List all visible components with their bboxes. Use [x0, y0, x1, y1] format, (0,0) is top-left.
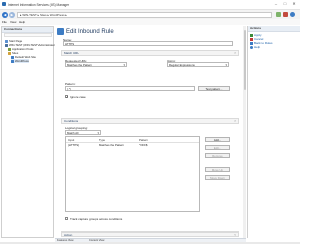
actions-panel: Actions Apply Cancel Back to Rules Help — [247, 26, 300, 238]
refresh-icon[interactable] — [276, 12, 281, 17]
action-section-header[interactable]: Action ˅ — [61, 232, 239, 237]
using-select[interactable]: Regular Expressions — [167, 62, 229, 67]
connections-panel: Connections Start Page WIN-TEST (WIN-TES… — [1, 26, 56, 238]
move-down-button[interactable]: Move Down — [205, 175, 230, 180]
test-pattern-button[interactable]: Test pattern... — [198, 86, 230, 91]
cell-pattern: ^OFF$ — [139, 143, 148, 147]
connections-toolbar — [4, 33, 52, 37]
address-path[interactable]: ▸ WIN-TEST ▸ Sites ▸ WordPress ▸ — [17, 11, 272, 18]
tree-item-wordpress[interactable]: WordPress — [11, 59, 29, 63]
menu-bar: File View Help — [0, 19, 300, 25]
cell-input: {HTTPS} — [68, 143, 80, 147]
logical-grouping-select[interactable]: Match All — [65, 130, 101, 135]
stop-icon[interactable] — [283, 12, 288, 17]
chevron-up-icon: ˄ — [234, 51, 236, 55]
conditions-table[interactable]: Input Type Pattern {HTTPS} Matches the P… — [65, 136, 200, 212]
chevron-down-icon: ˅ — [234, 233, 236, 237]
chevron-up-icon: ˄ — [234, 119, 236, 123]
main-scrollbar[interactable] — [243, 26, 246, 238]
help-icon — [250, 45, 253, 49]
menu-help[interactable]: Help — [19, 20, 25, 24]
help-icon[interactable] — [290, 12, 295, 17]
help-action[interactable]: Help — [250, 45, 260, 49]
conditions-section-header[interactable]: Conditions ˄ — [61, 118, 239, 124]
title-bar: Internet Information Services (IIS) Mana… — [0, 0, 300, 10]
close-icon[interactable]: ✕ — [290, 1, 298, 7]
requested-url-select[interactable]: Matches the Pattern — [65, 62, 127, 67]
actions-title: Actions — [248, 26, 300, 32]
window-title: Internet Information Services (IIS) Mana… — [8, 2, 70, 7]
ignore-case-checkbox[interactable]: ✓ — [65, 95, 69, 99]
scrollbar-thumb[interactable] — [243, 30, 246, 90]
maximize-icon[interactable]: □ — [281, 1, 289, 7]
remove-condition-button[interactable]: Remove — [205, 153, 230, 158]
rewrite-rule-icon — [57, 28, 64, 35]
track-groups-checkbox[interactable] — [65, 217, 68, 220]
forward-icon[interactable]: ▶ — [9, 11, 15, 18]
add-condition-button[interactable]: Add... — [205, 137, 230, 142]
ignore-case-label: Ignore case — [70, 95, 86, 99]
table-row[interactable]: {HTTPS} Matches the Pattern ^OFF$ — [66, 143, 199, 147]
globe-icon — [11, 59, 14, 63]
menu-view[interactable]: View — [10, 20, 16, 24]
name-input[interactable]: HTTPS — [63, 41, 233, 46]
track-groups-label: Track capture groups across conditions — [70, 217, 123, 221]
main-content: Edit Inbound Rule Name: HTTPS Match URL ˄… — [55, 26, 246, 238]
page-title: Edit Inbound Rule — [66, 29, 114, 36]
match-url-section-header[interactable]: Match URL ˄ — [61, 50, 239, 56]
cell-type: Matches the Pattern — [99, 143, 125, 147]
edit-condition-button[interactable]: Edit... — [205, 145, 230, 150]
move-up-button[interactable]: Move Up — [205, 167, 230, 172]
menu-file[interactable]: File — [2, 20, 7, 24]
pattern-input[interactable]: (.*) — [65, 86, 195, 91]
minimize-icon[interactable]: – — [272, 1, 280, 7]
app-icon — [2, 2, 6, 6]
page-header: Edit Inbound Rule — [57, 28, 114, 35]
back-icon[interactable]: ◀ — [2, 11, 8, 18]
